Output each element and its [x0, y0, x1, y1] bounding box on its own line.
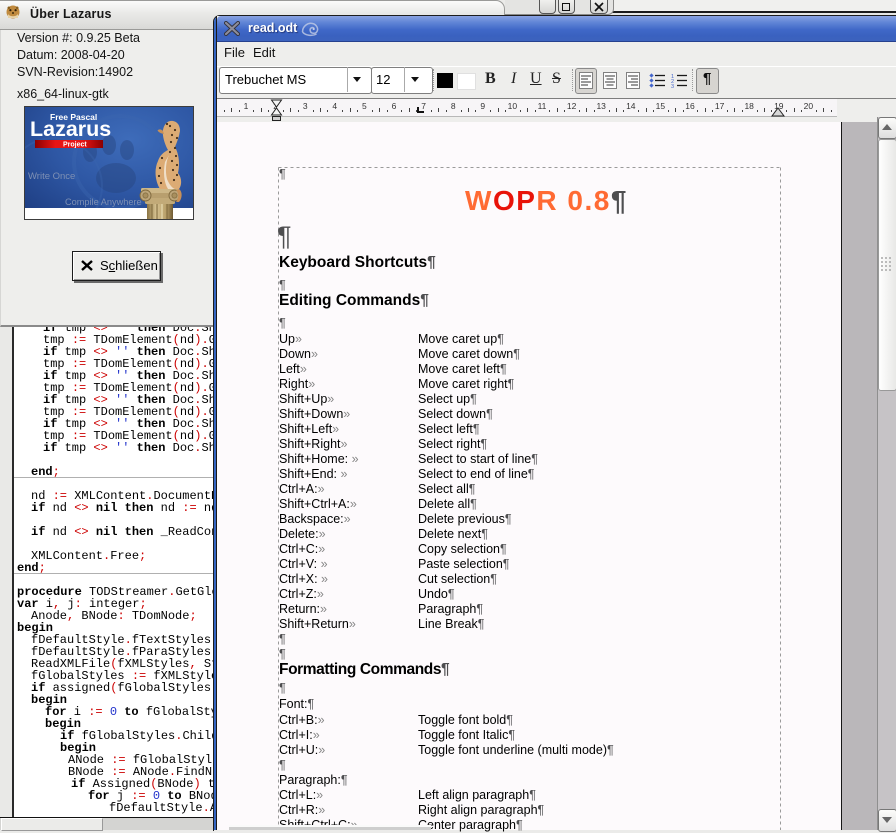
svg-text:Write Once: Write Once: [28, 171, 75, 182]
svg-text:Project: Project: [63, 142, 87, 149]
svg-text:3: 3: [671, 84, 674, 88]
svg-text:Compile Anywhere: Compile Anywhere: [65, 197, 142, 207]
svg-text:Lazarus: Lazarus: [30, 117, 111, 141]
